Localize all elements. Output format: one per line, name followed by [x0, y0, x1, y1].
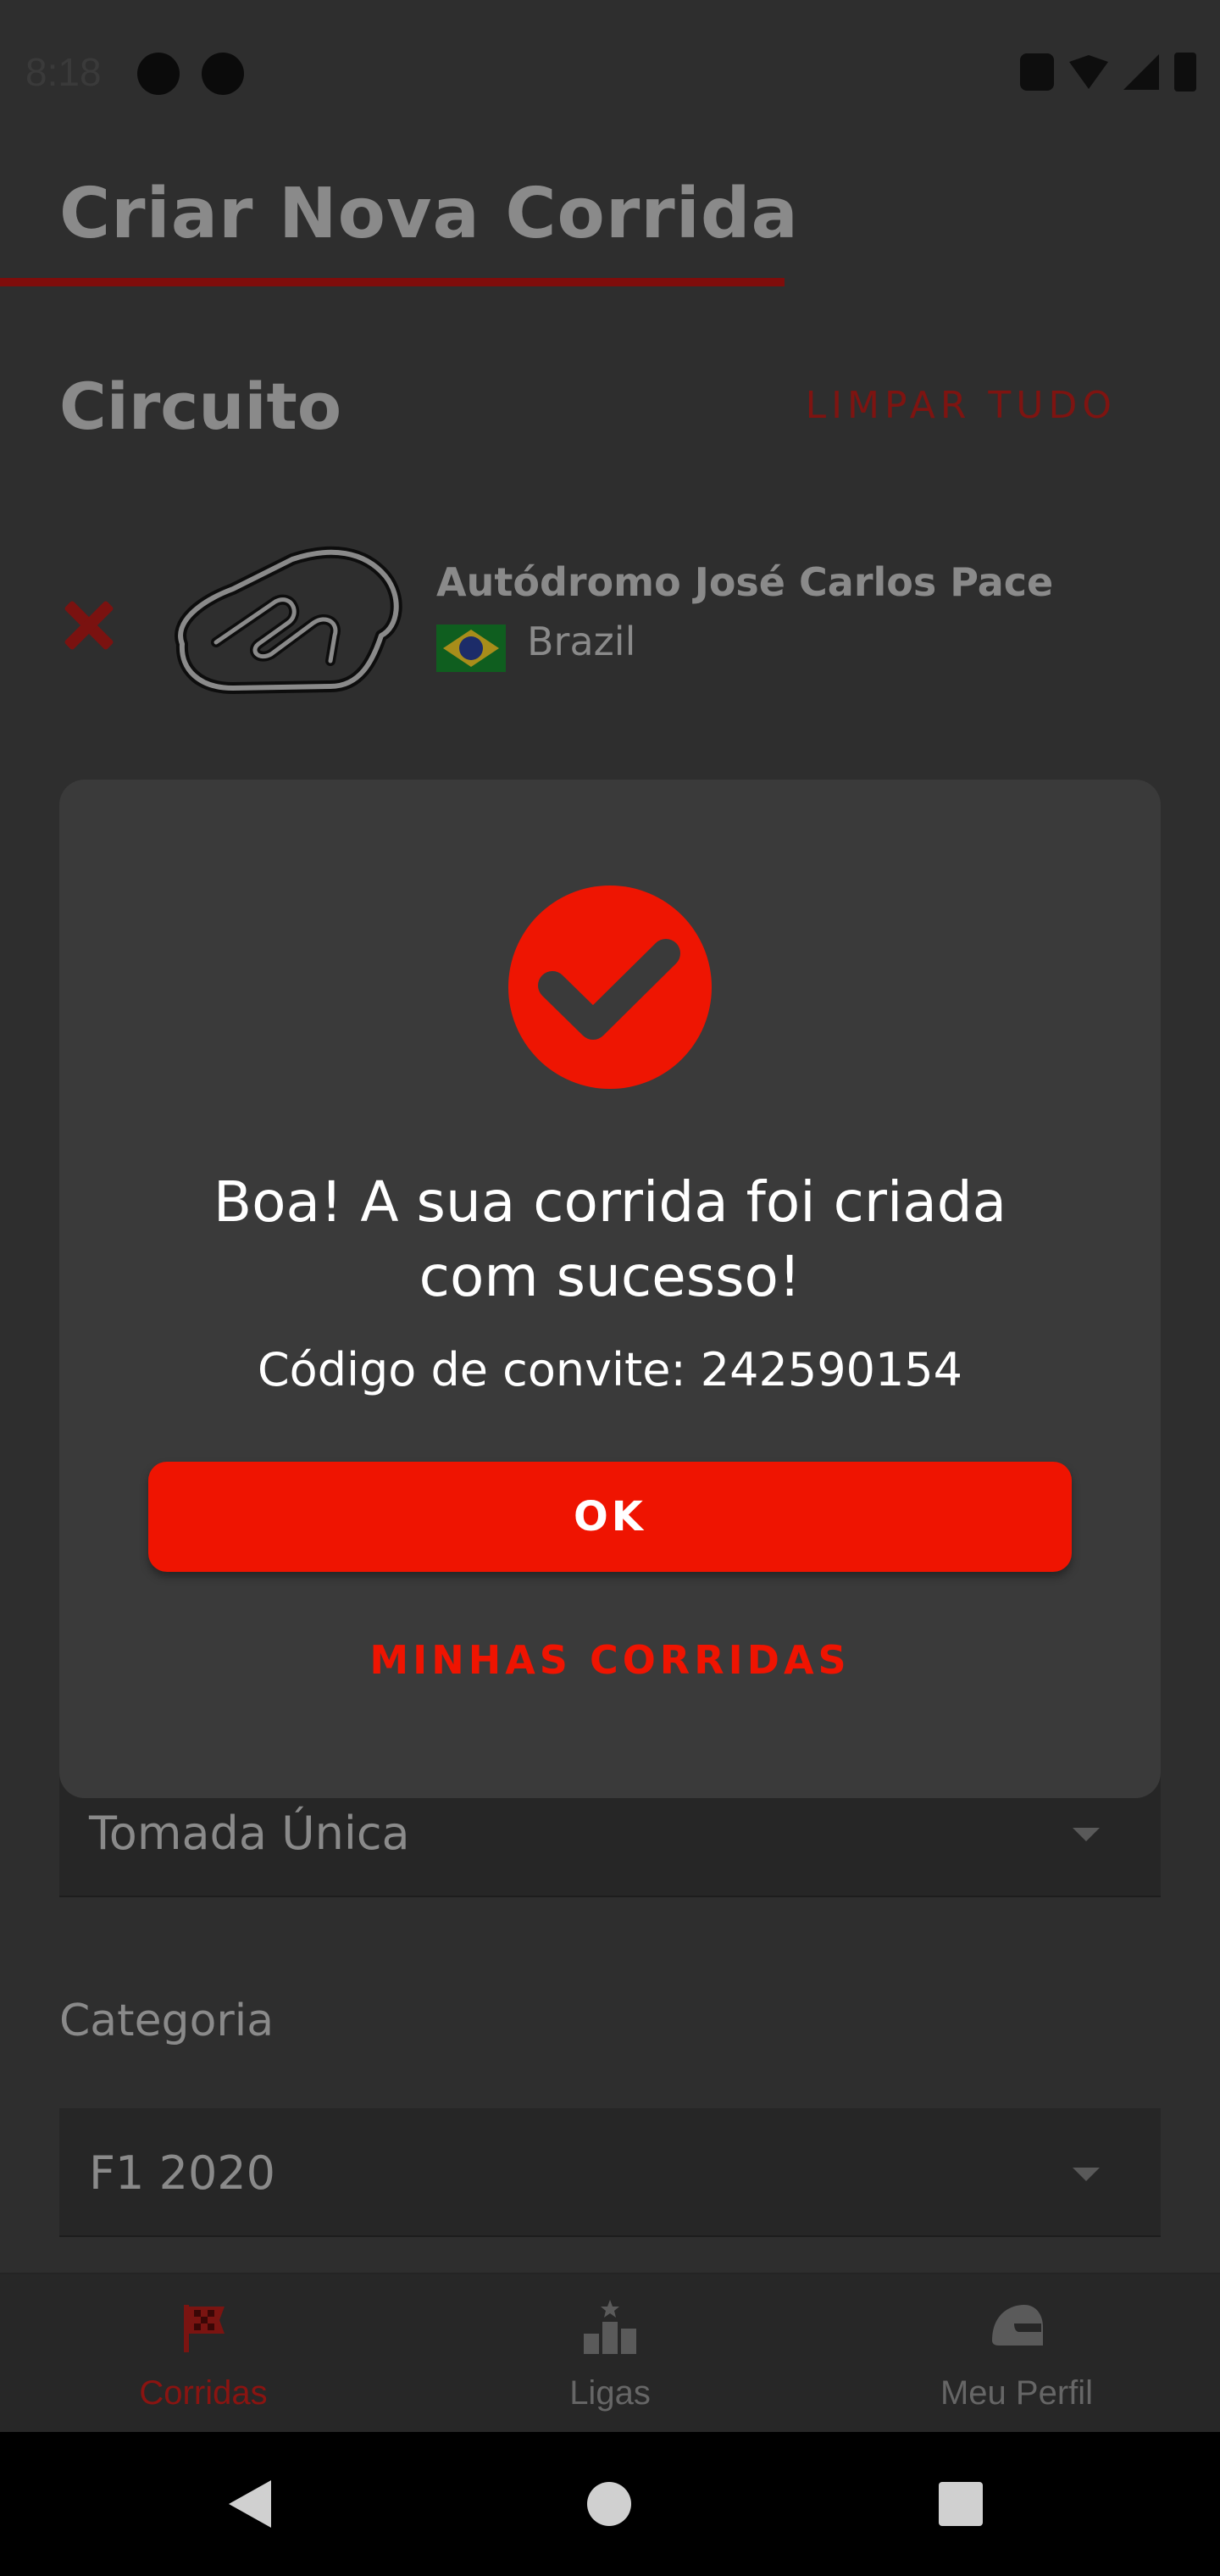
signal-icon [1123, 54, 1159, 90]
category-value: F1 2020 [89, 2146, 276, 2200]
screen: 8:18 Criar Nova Corrida Circuito LIMPAR … [0, 0, 1220, 2576]
my-races-button[interactable]: MINHAS CORRIDAS [59, 1637, 1161, 1683]
nav-item-meu-perfil[interactable]: Meu Perfil [813, 2274, 1220, 2434]
circuit-country: Brazil [527, 619, 636, 664]
status-time: 8:18 [25, 50, 102, 94]
nav-item-ligas[interactable]: Ligas [407, 2274, 813, 2434]
status-bar: 8:18 [0, 0, 1220, 144]
recent-apps-icon[interactable] [939, 2482, 983, 2526]
mute-icon [1020, 53, 1054, 91]
status-indicators [1020, 53, 1196, 92]
circuit-track-image [175, 546, 402, 694]
ok-button[interactable]: OK [148, 1462, 1072, 1572]
checkered-flag-icon [184, 2305, 225, 2352]
dialog-title: Boa! A sua corrida foi criada com sucess… [59, 1165, 1161, 1314]
nav-item-corridas[interactable]: Corridas [0, 2274, 407, 2434]
circuit-name: Autódromo José Carlos Pace [436, 559, 1054, 605]
nav-label-corridas: Corridas [139, 2374, 268, 2412]
chevron-down-icon [1073, 2168, 1100, 2181]
title-underline [0, 278, 785, 286]
sync-notification-icon [202, 53, 244, 95]
wifi-icon [1069, 55, 1108, 89]
helmet-icon [992, 2305, 1043, 2346]
back-icon[interactable] [229, 2480, 271, 2528]
app-notification-icon [137, 53, 180, 95]
clear-all-button[interactable]: LIMPAR TUDO [806, 384, 1117, 427]
chevron-down-icon [1073, 1828, 1100, 1841]
category-label: Categoria [59, 1996, 274, 2046]
podium-icon [584, 2300, 636, 2354]
bottom-navigation: Corridas Ligas Meu Perfil [0, 2273, 1220, 2434]
invite-code-text: Código de convite: 242590154 [257, 1343, 963, 1396]
nav-label-ligas: Ligas [569, 2374, 651, 2412]
dialog-title-line2: com sucesso! [419, 1244, 801, 1309]
page-title: Criar Nova Corrida [59, 174, 799, 254]
brazil-flag-icon [436, 625, 506, 672]
session-type-value: Tomada Única [89, 1807, 410, 1860]
battery-icon [1174, 53, 1196, 92]
home-icon[interactable] [587, 2482, 631, 2526]
nav-label-meu-perfil: Meu Perfil [940, 2374, 1094, 2412]
success-check-icon [508, 886, 712, 1089]
section-title-circuit: Circuito [59, 369, 342, 444]
category-select[interactable]: F1 2020 [59, 2108, 1161, 2237]
success-dialog: Boa! A sua corrida foi criada com sucess… [59, 780, 1161, 1798]
remove-circuit-icon[interactable] [61, 597, 117, 653]
dialog-title-line1: Boa! A sua corrida foi criada [213, 1169, 1007, 1235]
